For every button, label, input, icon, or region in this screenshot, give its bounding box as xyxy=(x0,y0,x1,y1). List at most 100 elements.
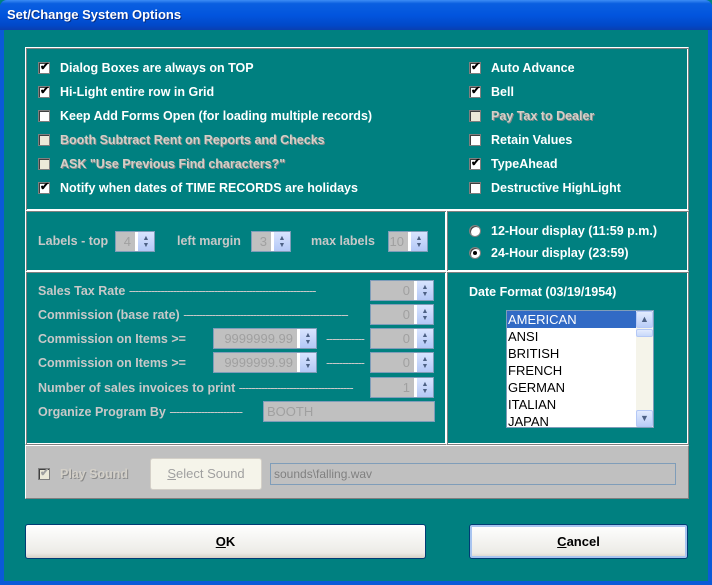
window-title: Set/Change System Options xyxy=(7,7,182,22)
spinner-arrows-icon[interactable]: ▲ ▼ xyxy=(137,232,154,251)
radio-12-hour[interactable]: 12-Hour display (11:59 p.m.) xyxy=(469,223,657,239)
radio-selected-icon[interactable] xyxy=(469,247,481,259)
title-bar[interactable]: Set/Change System Options xyxy=(0,0,712,30)
radio-unselected-icon[interactable] xyxy=(469,225,481,237)
invoices-value: 1 xyxy=(371,378,416,397)
list-scrollbar[interactable]: ▲ ▼ xyxy=(636,311,653,427)
commission-items-2-spinner[interactable]: 0 ▲ ▼ xyxy=(370,352,434,373)
select-sound-button[interactable]: Select Sound xyxy=(150,458,262,490)
option-label: Bell xyxy=(491,85,514,99)
dash-separator: ------------ xyxy=(326,332,365,346)
dash-separator: ------------ xyxy=(326,356,365,370)
list-item[interactable]: ITALIAN xyxy=(507,396,636,413)
date-format-list[interactable]: AMERICAN ANSI BRITISH FRENCH GERMAN ITALIAN JA… xyxy=(506,310,654,428)
organize-label: Organize Program By --------------------… xyxy=(38,405,243,419)
ok-button[interactable]: OK xyxy=(25,524,426,559)
option-label: Auto Advance xyxy=(491,61,575,75)
max-labels-value: 10 xyxy=(389,232,410,251)
radio-24-hour[interactable]: 24-Hour display (23:59) xyxy=(469,245,629,261)
spinner-arrows-icon[interactable]: ▲ ▼ xyxy=(299,329,316,348)
option-checkbox[interactable]: ✔ Hi-Light entire row in Grid xyxy=(38,84,214,100)
option-label: Pay Tax to Dealer xyxy=(491,109,595,123)
spinner-arrows-icon[interactable]: ▲ ▼ xyxy=(273,232,290,251)
option-checkbox[interactable]: Booth Subtract Rent on Reports and Check… xyxy=(38,132,325,148)
commission-items-2-threshold: 9999999.99 xyxy=(214,353,299,372)
option-checkbox[interactable]: Destructive HighLight xyxy=(469,180,621,196)
scroll-up-icon[interactable]: ▲ xyxy=(636,311,653,328)
commission-items-1-threshold-spinner[interactable]: 9999999.99 ▲ ▼ xyxy=(213,328,317,349)
checkbox-checked-icon[interactable]: ✔ xyxy=(469,85,481,98)
option-label: Booth Subtract Rent on Reports and Check… xyxy=(60,133,325,147)
option-checkbox[interactable]: Retain Values xyxy=(469,132,572,148)
checkbox-checked-icon[interactable]: ✔ xyxy=(38,181,50,194)
sound-path-field[interactable]: sounds\falling.wav xyxy=(270,463,676,485)
option-label: Destructive HighLight xyxy=(491,181,621,195)
option-checkbox[interactable]: ✔ Dialog Boxes are always on TOP xyxy=(38,60,254,76)
option-checkbox[interactable]: ✔ Auto Advance xyxy=(469,60,575,76)
checkbox-unchecked-icon[interactable] xyxy=(38,110,50,122)
spinner-arrows-icon[interactable]: ▲ ▼ xyxy=(416,329,433,348)
commission-items-1-spinner[interactable]: 0 ▲ ▼ xyxy=(370,328,434,349)
checkbox-checked-icon[interactable]: ✔ xyxy=(38,85,50,98)
checkbox-unchecked-icon[interactable] xyxy=(469,110,481,122)
select-sound-label: Select Sound xyxy=(167,466,245,481)
scroll-thumb[interactable] xyxy=(636,329,653,337)
date-format-label: Date Format (03/19/1954) xyxy=(469,285,617,299)
commission-items-1-value: 0 xyxy=(371,329,416,348)
labels-top-spinner[interactable]: 4 ▲ ▼ xyxy=(115,231,155,252)
option-label: Keep Add Forms Open (for loading multipl… xyxy=(60,109,373,123)
checkbox-checked-icon[interactable]: ✔ xyxy=(38,61,50,74)
radio-12-hour-label: 12-Hour display (11:59 p.m.) xyxy=(491,224,658,238)
spinner-arrows-icon[interactable]: ▲ ▼ xyxy=(416,353,433,372)
list-item[interactable]: JAPAN xyxy=(507,413,636,427)
max-labels-label: max labels xyxy=(311,234,375,248)
list-item[interactable]: AMERICAN xyxy=(507,311,636,328)
checkbox-checked-icon[interactable]: ✔ xyxy=(38,467,50,480)
spinner-arrows-icon[interactable]: ▲ ▼ xyxy=(299,353,316,372)
invoices-label: Number of sales invoices to print ------… xyxy=(38,381,354,395)
option-checkbox[interactable]: ✔ TypeAhead xyxy=(469,156,557,172)
cancel-label: Cancel xyxy=(557,534,600,549)
spinner-arrows-icon[interactable]: ▲ ▼ xyxy=(416,378,433,397)
checkbox-checked-icon[interactable]: ✔ xyxy=(469,157,481,170)
list-item[interactable]: FRENCH xyxy=(507,362,636,379)
invoices-spinner[interactable]: 1 ▲ ▼ xyxy=(370,377,434,398)
spinner-arrows-icon[interactable]: ▲ ▼ xyxy=(416,281,433,300)
left-margin-spinner[interactable]: 3 ▲ ▼ xyxy=(251,231,291,252)
list-item[interactable]: BRITISH xyxy=(507,345,636,362)
time-panel xyxy=(446,210,689,272)
option-checkbox[interactable]: ✔ Notify when dates of TIME RECORDS are h… xyxy=(38,180,358,196)
spinner-arrows-icon[interactable]: ▲ ▼ xyxy=(410,232,427,251)
checkbox-unchecked-icon[interactable] xyxy=(38,134,50,146)
cancel-button[interactable]: Cancel xyxy=(469,524,688,559)
sales-tax-label: Sales Tax Rate -------------------------… xyxy=(38,284,316,298)
left-margin-value: 3 xyxy=(252,232,273,251)
list-item[interactable]: ANSI xyxy=(507,328,636,345)
option-checkbox[interactable]: ASK "Use Previous Find characters?" xyxy=(38,156,285,172)
sales-tax-spinner[interactable]: 0 ▲ ▼ xyxy=(370,280,434,301)
commission-items-1-threshold: 9999999.99 xyxy=(214,329,299,348)
scroll-down-icon[interactable]: ▼ xyxy=(636,410,653,427)
max-labels-spinner[interactable]: 10 ▲ ▼ xyxy=(388,231,428,252)
option-checkbox[interactable]: ✔ Bell xyxy=(469,84,514,100)
option-checkbox[interactable]: Keep Add Forms Open (for loading multipl… xyxy=(38,108,372,124)
play-sound-checkbox[interactable]: ✔ Play Sound xyxy=(38,466,128,482)
option-label: Hi-Light entire row in Grid xyxy=(60,85,215,99)
checkbox-unchecked-icon[interactable] xyxy=(469,134,481,146)
checkbox-unchecked-icon[interactable] xyxy=(38,158,50,170)
option-checkbox[interactable]: Pay Tax to Dealer xyxy=(469,108,594,124)
spinner-arrows-icon[interactable]: ▲ ▼ xyxy=(416,305,433,324)
commission-items-2-threshold-spinner[interactable]: 9999999.99 ▲ ▼ xyxy=(213,352,317,373)
list-item[interactable]: GERMAN xyxy=(507,379,636,396)
checkbox-checked-icon[interactable]: ✔ xyxy=(469,61,481,74)
play-sound-label: Play Sound xyxy=(60,467,129,481)
checkbox-unchecked-icon[interactable] xyxy=(469,182,481,194)
commission-items-2-value: 0 xyxy=(371,353,416,372)
commission-items-2-label: Commission on Items >= xyxy=(38,356,186,370)
sales-tax-value: 0 xyxy=(371,281,416,300)
organize-field[interactable]: BOOTH xyxy=(263,401,435,422)
left-margin-label: left margin xyxy=(177,234,241,248)
option-label: Retain Values xyxy=(491,133,573,147)
commission-base-spinner[interactable]: 0 ▲ ▼ xyxy=(370,304,434,325)
ok-label: OK xyxy=(215,534,236,549)
